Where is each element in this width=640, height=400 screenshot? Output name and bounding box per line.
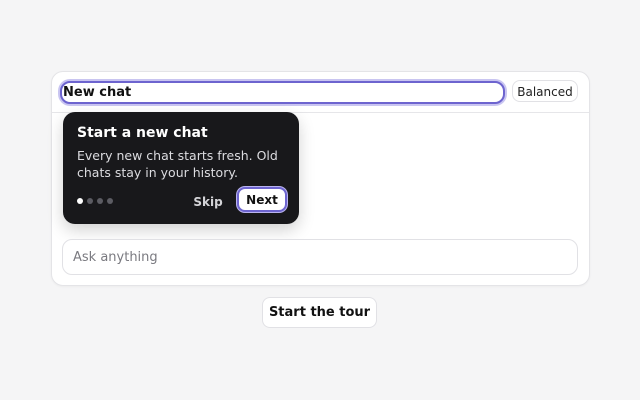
start-tour-button[interactable]: Start the tour	[262, 297, 377, 328]
mode-button[interactable]: Balanced	[512, 80, 578, 102]
step-indicator	[77, 198, 113, 204]
step-dot-2	[87, 198, 93, 204]
ask-input[interactable]	[62, 239, 578, 275]
tooltip-title: Start a new chat	[77, 125, 208, 141]
step-dot-4	[107, 198, 113, 204]
step-dot-3	[97, 198, 103, 204]
next-button[interactable]: Next	[237, 187, 287, 212]
step-dot-1	[77, 198, 83, 204]
chat-title-input[interactable]	[60, 81, 505, 104]
skip-button[interactable]: Skip	[190, 193, 226, 210]
chat-card: Balanced Start a new chat Every new chat…	[51, 71, 590, 286]
tooltip-body: Every new chat starts fresh. Old chats s…	[77, 148, 278, 180]
tour-tooltip: Start a new chat Every new chat starts f…	[63, 112, 299, 224]
